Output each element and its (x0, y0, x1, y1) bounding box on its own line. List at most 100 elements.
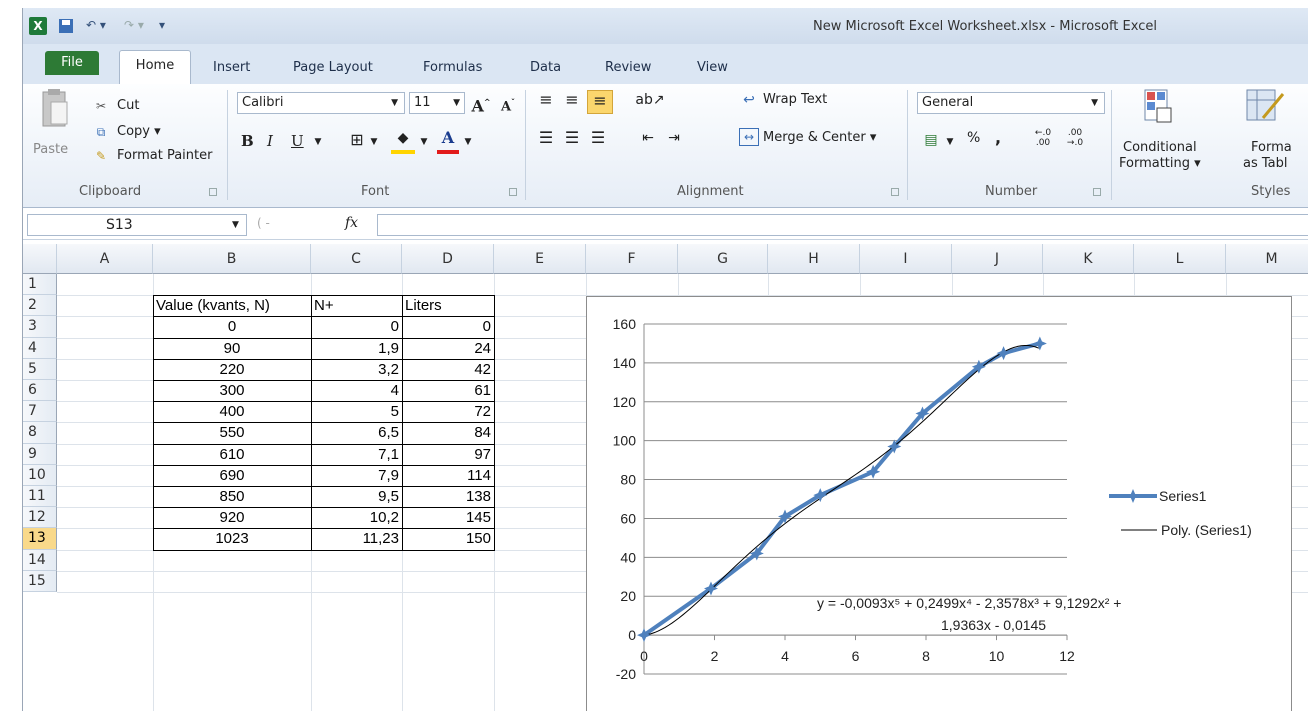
header-cell-value[interactable]: Value (kvants, N) (156, 296, 308, 316)
tab-data[interactable]: Data (530, 60, 561, 75)
conditional-formatting-button[interactable]: Conditional (1123, 140, 1197, 155)
column-header-a[interactable]: A (57, 244, 153, 274)
row-header-1[interactable]: 1 (23, 274, 57, 296)
table-cell-value[interactable]: 690 (156, 466, 308, 486)
table-cell-n-plus[interactable]: 1,9 (314, 339, 399, 359)
tab-view[interactable]: View (697, 60, 728, 75)
table-cell-liters[interactable]: 150 (405, 529, 491, 549)
row-header-9[interactable]: 9 (23, 443, 57, 465)
align-left-icon[interactable]: ☰ (535, 128, 557, 148)
chevron-down-icon[interactable]: ▼ (1091, 93, 1098, 113)
table-cell-n-plus[interactable]: 10,2 (314, 508, 399, 528)
row-header-2[interactable]: 2 (23, 295, 57, 317)
table-cell-liters[interactable]: 42 (405, 360, 491, 380)
table-cell-n-plus[interactable]: 7,1 (314, 445, 399, 465)
paste-icon[interactable] (37, 88, 71, 136)
chevron-down-icon[interactable]: ▼ (391, 93, 398, 113)
table-cell-n-plus[interactable]: 6,5 (314, 423, 399, 443)
row-header-14[interactable]: 14 (23, 549, 57, 571)
table-cell-liters[interactable]: 97 (405, 445, 491, 465)
align-middle-icon[interactable]: ≡ (561, 90, 583, 112)
table-cell-n-plus[interactable]: 3,2 (314, 360, 399, 380)
table-cell-liters[interactable]: 114 (405, 466, 491, 486)
number-format-box[interactable]: General ▼ (917, 92, 1105, 114)
tab-page-layout[interactable]: Page Layout (293, 60, 373, 75)
table-cell-n-plus[interactable]: 11,23 (314, 529, 399, 549)
align-right-icon[interactable]: ☰ (587, 128, 609, 148)
header-cell-n-plus[interactable]: N+ (314, 296, 399, 316)
row-header-15[interactable]: 15 (23, 570, 57, 592)
table-cell-liters[interactable]: 72 (405, 402, 491, 422)
row-header-11[interactable]: 11 (23, 486, 57, 508)
select-all-corner[interactable] (23, 244, 57, 274)
cut-button[interactable]: Cut (117, 98, 139, 113)
percent-button[interactable]: % (967, 130, 980, 146)
copy-button[interactable]: Copy ▾ (117, 124, 161, 139)
tab-review[interactable]: Review (605, 60, 651, 75)
chevron-down-icon[interactable]: ▼ (232, 215, 239, 235)
chart[interactable]: 160 140 120 100 80 60 40 20 0 -20 0 2 4 6 8 10 12 y = -0,… (586, 296, 1292, 711)
row-header-10[interactable]: 10 (23, 464, 57, 486)
chevron-down-icon[interactable]: ▼ (311, 132, 325, 152)
column-header-k[interactable]: K (1043, 244, 1134, 274)
row-header-13[interactable]: 13 (23, 528, 57, 550)
table-cell-value[interactable]: 220 (156, 360, 308, 380)
format-painter-button[interactable]: Format Painter (117, 148, 212, 163)
table-cell-value[interactable]: 400 (156, 402, 308, 422)
table-cell-value[interactable]: 610 (156, 445, 308, 465)
shrink-font-icon[interactable]: Aˇ (499, 92, 517, 117)
table-cell-value[interactable]: 1023 (156, 529, 308, 549)
column-header-m[interactable]: M (1226, 244, 1308, 274)
align-bottom-icon[interactable]: ≡ (587, 90, 613, 114)
table-cell-n-plus[interactable]: 4 (314, 381, 399, 401)
save-icon[interactable] (57, 18, 75, 34)
column-header-c[interactable]: C (311, 244, 402, 274)
customize-qat-icon[interactable]: ▾ (155, 18, 169, 34)
wrap-text-button[interactable]: Wrap Text (763, 92, 827, 107)
table-cell-liters[interactable]: 145 (405, 508, 491, 528)
chevron-down-icon[interactable]: ▼ (461, 132, 475, 152)
undo-icon[interactable]: ↶ ▾ (81, 18, 111, 34)
font-color-icon[interactable]: A (437, 128, 459, 154)
conditional-formatting-button-line2[interactable]: Formatting ▾ (1119, 156, 1201, 171)
table-cell-value[interactable]: 550 (156, 423, 308, 443)
tab-file[interactable]: File (45, 51, 99, 75)
font-size-box[interactable]: 11 ▼ (409, 92, 465, 114)
format-as-table-button[interactable]: Forma (1251, 140, 1292, 155)
table-cell-value[interactable]: 300 (156, 381, 308, 401)
borders-icon[interactable]: ⊞ (347, 130, 367, 150)
alignment-launcher-icon[interactable] (891, 188, 899, 196)
table-cell-value[interactable]: 90 (156, 339, 308, 359)
number-launcher-icon[interactable] (1093, 188, 1101, 196)
column-header-i[interactable]: I (860, 244, 952, 274)
orientation-icon[interactable]: ab↗ (635, 90, 665, 112)
comma-button[interactable]: , (995, 128, 1001, 147)
tab-formulas[interactable]: Formulas (423, 60, 482, 75)
row-header-7[interactable]: 7 (23, 401, 57, 423)
chevron-down-icon[interactable]: ▼ (417, 132, 431, 152)
tab-insert[interactable]: Insert (213, 60, 250, 75)
format-as-table-button-line2[interactable]: as Tabl (1243, 156, 1288, 171)
column-header-e[interactable]: E (494, 244, 586, 274)
table-cell-value[interactable]: 850 (156, 487, 308, 507)
align-center-icon[interactable]: ☰ (561, 128, 583, 148)
header-cell-liters[interactable]: Liters (405, 296, 491, 316)
font-name-box[interactable]: Calibri ▼ (237, 92, 405, 114)
bold-button[interactable]: B (241, 132, 254, 150)
formula-input[interactable] (377, 214, 1308, 236)
tab-home[interactable]: Home (119, 50, 191, 84)
row-header-3[interactable]: 3 (23, 316, 57, 338)
increase-indent-icon[interactable]: ⇥ (663, 128, 685, 148)
table-cell-liters[interactable]: 24 (405, 339, 491, 359)
clipboard-launcher-icon[interactable] (209, 188, 217, 196)
row-header-12[interactable]: 12 (23, 507, 57, 529)
increase-decimal-icon[interactable]: ←.0.00 (1029, 128, 1057, 148)
italic-button[interactable]: I (267, 132, 273, 150)
row-header-8[interactable]: 8 (23, 422, 57, 444)
align-top-icon[interactable]: ≡ (535, 90, 557, 112)
table-cell-n-plus[interactable]: 5 (314, 402, 399, 422)
decrease-decimal-icon[interactable]: .00 →.0 (1061, 128, 1089, 148)
column-header-h[interactable]: H (768, 244, 860, 274)
table-cell-liters[interactable]: 61 (405, 381, 491, 401)
column-header-j[interactable]: J (952, 244, 1043, 274)
